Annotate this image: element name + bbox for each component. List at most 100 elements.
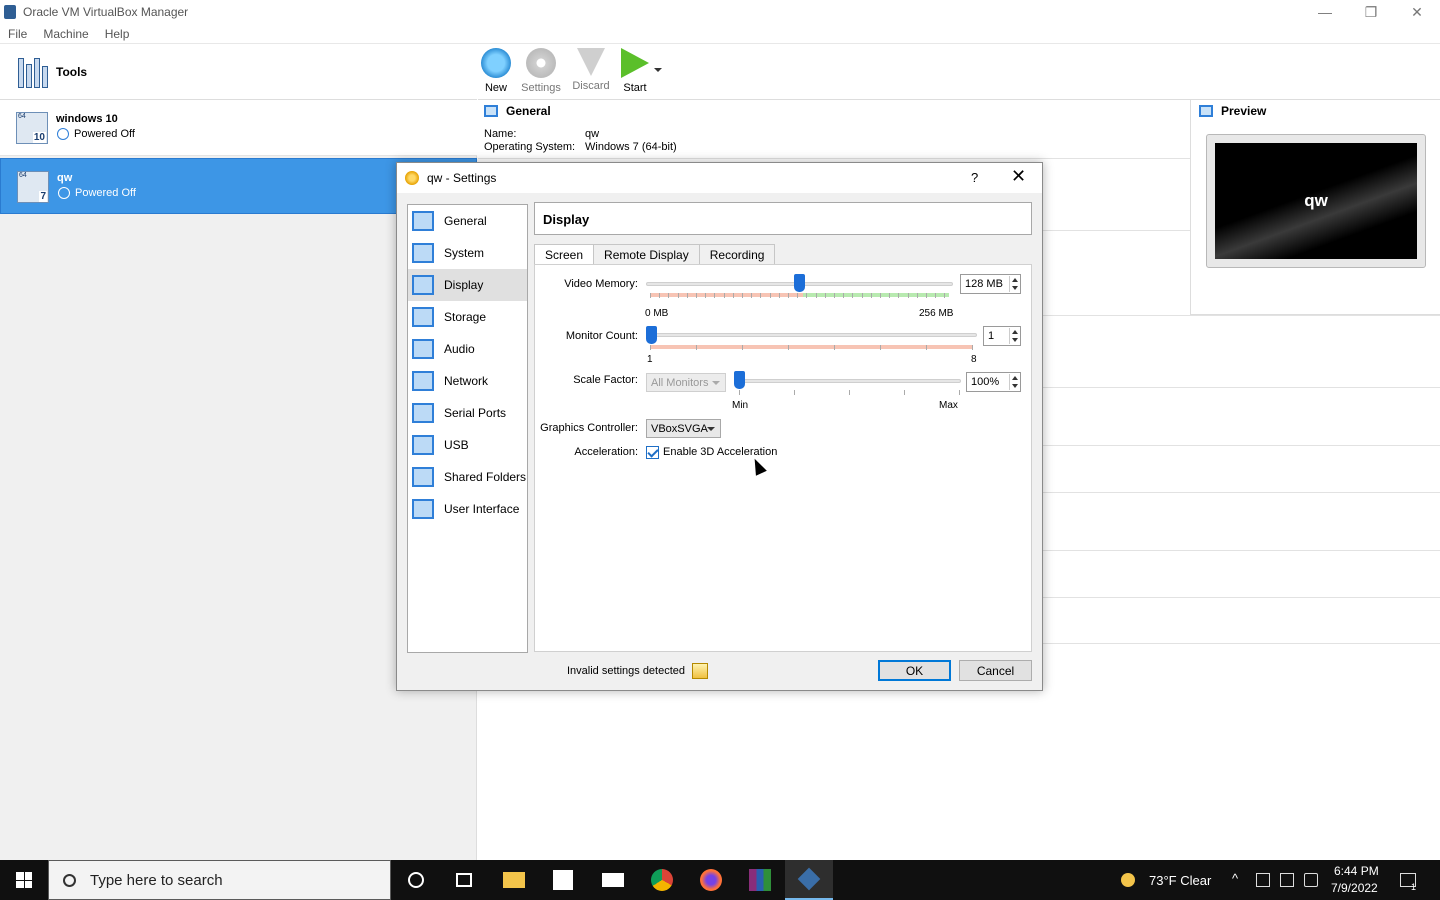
preview-section-header[interactable]: Preview <box>1199 104 1266 118</box>
category-storage[interactable]: Storage <box>408 301 527 333</box>
help-button[interactable]: ? <box>971 170 978 185</box>
settings-button[interactable]: Settings <box>519 48 563 94</box>
category-shared-folders[interactable]: Shared Folders <box>408 461 527 493</box>
restore-button[interactable]: ❐ <box>1348 0 1394 24</box>
graphics-controller-label: Graphics Controller: <box>540 422 638 434</box>
slider-tick <box>880 293 881 298</box>
name-label: Name: <box>484 128 517 140</box>
monitor-count-spinbox[interactable]: 1 <box>983 326 1021 346</box>
slider-tick <box>916 293 918 298</box>
category-user-interface[interactable]: User Interface <box>408 493 527 525</box>
cancel-button[interactable]: Cancel <box>959 660 1032 681</box>
discard-button[interactable]: Discard <box>569 48 613 92</box>
minimize-button[interactable]: — <box>1302 0 1348 24</box>
scale-factor-min-label: Min <box>732 400 749 411</box>
general-section-header[interactable]: General <box>484 104 551 118</box>
scale-factor-slider[interactable] <box>734 379 961 383</box>
file-explorer-button[interactable] <box>490 860 538 900</box>
taskbar: Type here to search 73°F Clear ^ 6:44 PM… <box>0 860 1440 900</box>
chrome-button[interactable] <box>638 860 686 900</box>
power-off-icon <box>58 187 70 199</box>
system-icon <box>412 243 434 263</box>
dialog-titlebar: qw - Settings <box>397 163 1042 193</box>
slider-tick <box>806 293 808 298</box>
category-system[interactable]: System <box>408 237 527 269</box>
new-button[interactable]: New <box>474 48 518 94</box>
video-memory-spinbox[interactable]: 128 MB <box>960 274 1021 294</box>
chrome-icon <box>651 869 673 891</box>
slider-tick <box>870 293 872 298</box>
tab-remote-display[interactable]: Remote Display <box>593 244 700 264</box>
task-view-button[interactable] <box>440 860 488 900</box>
menu-machine[interactable]: Machine <box>43 27 88 41</box>
category-network[interactable]: Network <box>408 365 527 397</box>
scale-monitor-select[interactable]: All Monitors <box>646 373 726 392</box>
monitor-count-slider[interactable] <box>646 333 977 337</box>
firefox-button[interactable] <box>687 860 735 900</box>
category-display[interactable]: Display <box>408 269 527 301</box>
display-icon <box>412 275 434 295</box>
virtualbox-taskbar-button[interactable] <box>785 860 833 900</box>
cortana-icon <box>408 872 424 888</box>
clock-date[interactable]: 7/9/2022 <box>1331 881 1378 895</box>
category-audio[interactable]: Audio <box>408 333 527 365</box>
preview-pane: Preview qw <box>1190 100 1440 315</box>
chevron-down-icon <box>712 381 720 385</box>
enable-3d-acceleration-checkbox[interactable] <box>646 446 659 459</box>
discard-arrow-icon <box>577 48 605 76</box>
firefox-icon <box>700 869 722 891</box>
scale-factor-slider-thumb[interactable] <box>734 371 745 389</box>
ok-button[interactable]: OK <box>878 660 951 681</box>
mail-button[interactable] <box>589 860 637 900</box>
winrar-button[interactable] <box>736 860 784 900</box>
meet-now-icon[interactable] <box>1256 873 1270 887</box>
slider-tick <box>959 390 960 395</box>
search-icon <box>63 873 76 887</box>
dialog-title: qw - Settings <box>427 171 497 185</box>
video-memory-slider-thumb[interactable] <box>794 274 805 292</box>
store-button[interactable] <box>539 860 587 900</box>
start-menu-button[interactable] <box>0 860 48 900</box>
start-dropdown-icon[interactable] <box>654 68 662 72</box>
tab-recording[interactable]: Recording <box>698 244 776 264</box>
weather-text[interactable]: 73°F Clear <box>1149 873 1211 888</box>
preview-vm-name: qw <box>1304 191 1328 210</box>
preview-screen: qw <box>1206 134 1426 268</box>
cortana-button[interactable] <box>392 860 440 900</box>
slider-tick <box>739 390 740 395</box>
virtualbox-icon <box>797 867 821 891</box>
start-button[interactable]: Start <box>613 48 657 94</box>
slider-tick <box>861 293 863 298</box>
monitor-count-slider-thumb[interactable] <box>646 326 657 344</box>
audio-icon <box>412 339 434 359</box>
menu-file[interactable]: File <box>8 27 27 41</box>
virtualbox-icon <box>4 5 16 19</box>
category-usb[interactable]: USB <box>408 429 527 461</box>
graphics-controller-select[interactable]: VBoxSVGA <box>646 419 721 438</box>
vm-name: qw <box>57 172 73 184</box>
warning-icon[interactable] <box>692 663 709 679</box>
network-icon[interactable] <box>1280 873 1294 887</box>
folder-icon <box>412 467 434 487</box>
slider-tick <box>852 293 854 298</box>
machine-toolbar: New Settings Discard Start <box>478 44 1440 100</box>
scale-factor-max-label: Max <box>939 400 958 411</box>
moon-weather-icon <box>1121 873 1135 887</box>
category-general[interactable]: General <box>408 205 527 237</box>
category-serial-ports[interactable]: Serial Ports <box>408 397 527 429</box>
clock-time[interactable]: 6:44 PM <box>1334 864 1379 878</box>
tab-screen[interactable]: Screen <box>534 244 595 264</box>
tools-icon <box>16 54 48 88</box>
scale-factor-spinbox[interactable]: 100% <box>966 372 1021 392</box>
close-button[interactable]: ✕ <box>1394 0 1440 24</box>
taskbar-search[interactable]: Type here to search <box>48 860 391 900</box>
slider-tick <box>797 293 799 298</box>
vm-item-windows-10[interactable]: 64 10 windows 10 Powered Off <box>0 100 477 156</box>
menu-help[interactable]: Help <box>105 27 130 41</box>
volume-icon[interactable] <box>1304 873 1318 887</box>
chevron-up-icon[interactable]: ^ <box>1232 871 1238 886</box>
slider-tick <box>788 345 789 350</box>
dialog-close-button[interactable]: ✕ <box>1011 166 1026 187</box>
slider-tick <box>849 390 850 395</box>
tools-item[interactable]: Tools <box>0 44 477 100</box>
